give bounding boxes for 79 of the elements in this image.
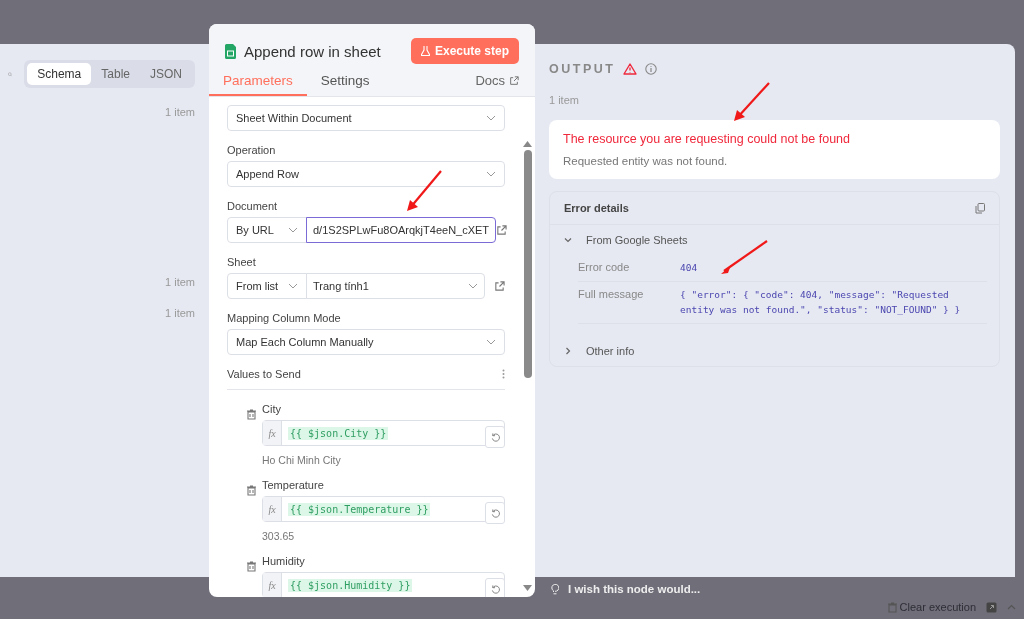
lightbulb-icon xyxy=(551,583,559,595)
annotation-arrow xyxy=(406,170,442,212)
annotation-arrow xyxy=(733,82,770,122)
detail-value: 404 xyxy=(680,255,987,283)
spreadsheet-icon xyxy=(225,43,236,59)
docs-link[interactable]: Docs xyxy=(475,73,519,96)
scroll-up-icon[interactable] xyxy=(523,141,532,147)
mode-select[interactable]: By URL xyxy=(227,217,307,243)
copy-icon[interactable] xyxy=(975,202,985,214)
expression-field[interactable]: fx {{ $json.Temperature }} xyxy=(262,496,505,522)
error-description: Requested entity was not found. xyxy=(563,155,729,167)
fx-label: fx xyxy=(263,421,282,445)
chevron-right-icon xyxy=(564,346,572,355)
field-label: Sheet xyxy=(227,256,256,268)
chevron-down-icon xyxy=(468,283,478,289)
select-field[interactable]: Map Each Column Manually xyxy=(227,329,505,355)
result-preview: Ho Chi Minh City xyxy=(262,454,342,466)
reset-icon xyxy=(490,508,500,518)
reset-button[interactable] xyxy=(485,578,505,597)
section-title: Values to Send xyxy=(227,368,301,380)
fx-label: fx xyxy=(263,573,282,597)
field-label: Humidity xyxy=(262,555,306,567)
annotation-arrow xyxy=(720,240,768,275)
select-field[interactable]: Append Row xyxy=(227,161,505,187)
flask-icon xyxy=(420,46,430,56)
field-label: Temperature xyxy=(262,479,325,491)
reset-button[interactable] xyxy=(485,502,505,524)
result-preview: 303.65 xyxy=(262,530,296,542)
detail-value: { "error": { "code": 404, "message": "Requested entity was not found.", "status": "NOT_FOUND" } } xyxy=(680,282,987,324)
node-title: Append row in sheet xyxy=(244,42,382,60)
input-field[interactable]: d/1S2SPLwFu8OArqkjT4eeN_cXET xyxy=(306,217,497,243)
view-tab[interactable]: Schema xyxy=(27,63,92,85)
section-toggle[interactable]: From Google Sheets xyxy=(550,225,999,255)
chevron-down-icon xyxy=(486,115,496,121)
item-count: 1 item xyxy=(165,276,195,288)
section-toggle[interactable]: Other info xyxy=(550,335,999,366)
expression-field[interactable]: fx {{ $json.City }} xyxy=(262,420,505,446)
chevron-down-icon xyxy=(288,227,298,233)
select-field[interactable]: Sheet Within Document xyxy=(227,105,505,131)
field-label: Document xyxy=(227,200,278,212)
feedback-prompt[interactable]: I wish this node would... xyxy=(568,583,701,595)
warning-icon xyxy=(623,63,638,75)
info-icon[interactable] xyxy=(645,63,658,75)
chevron-down-icon xyxy=(486,171,496,177)
field-label: City xyxy=(262,403,282,415)
reset-icon xyxy=(490,432,500,442)
details-title: Error details xyxy=(564,202,629,214)
view-tab[interactable]: Table xyxy=(91,63,140,85)
trash-icon[interactable] xyxy=(247,409,256,420)
scrollbar-thumb[interactable] xyxy=(524,150,532,378)
chevron-down-icon xyxy=(486,339,496,345)
popout-icon[interactable] xyxy=(986,601,997,613)
select-field[interactable]: Trang tính1 xyxy=(306,273,485,299)
item-count: 1 item xyxy=(549,94,579,106)
external-link-icon[interactable] xyxy=(494,280,505,292)
output-title: OUTPUT xyxy=(549,62,616,76)
view-tab[interactable]: JSON xyxy=(140,63,192,85)
trash-icon[interactable] xyxy=(247,561,256,572)
chevron-down-icon xyxy=(564,236,572,244)
mode-select[interactable]: From list xyxy=(227,273,307,299)
field-label: Mapping Column Mode xyxy=(227,312,341,324)
more-options-icon[interactable] xyxy=(502,369,505,379)
reset-icon xyxy=(490,584,500,594)
field-label: Operation xyxy=(227,144,276,156)
panel-tab[interactable]: Settings xyxy=(306,73,384,96)
external-link-icon[interactable] xyxy=(496,224,508,236)
reset-button[interactable] xyxy=(485,426,505,448)
detail-label: Full message xyxy=(578,282,680,324)
expression-field[interactable]: fx {{ $json.Humidity }} xyxy=(262,572,505,597)
item-count: 1 item xyxy=(165,106,195,118)
trash-icon[interactable] xyxy=(247,485,256,496)
chevron-down-icon xyxy=(288,283,298,289)
error-title: The resource you are requesting could not be found xyxy=(563,132,851,146)
scroll-down-icon[interactable] xyxy=(523,585,532,591)
external-link-icon xyxy=(509,75,519,86)
trash-icon xyxy=(887,601,897,613)
fx-label: fx xyxy=(263,497,282,521)
detail-label: Error code xyxy=(578,255,680,283)
item-count: 1 item xyxy=(165,307,195,319)
